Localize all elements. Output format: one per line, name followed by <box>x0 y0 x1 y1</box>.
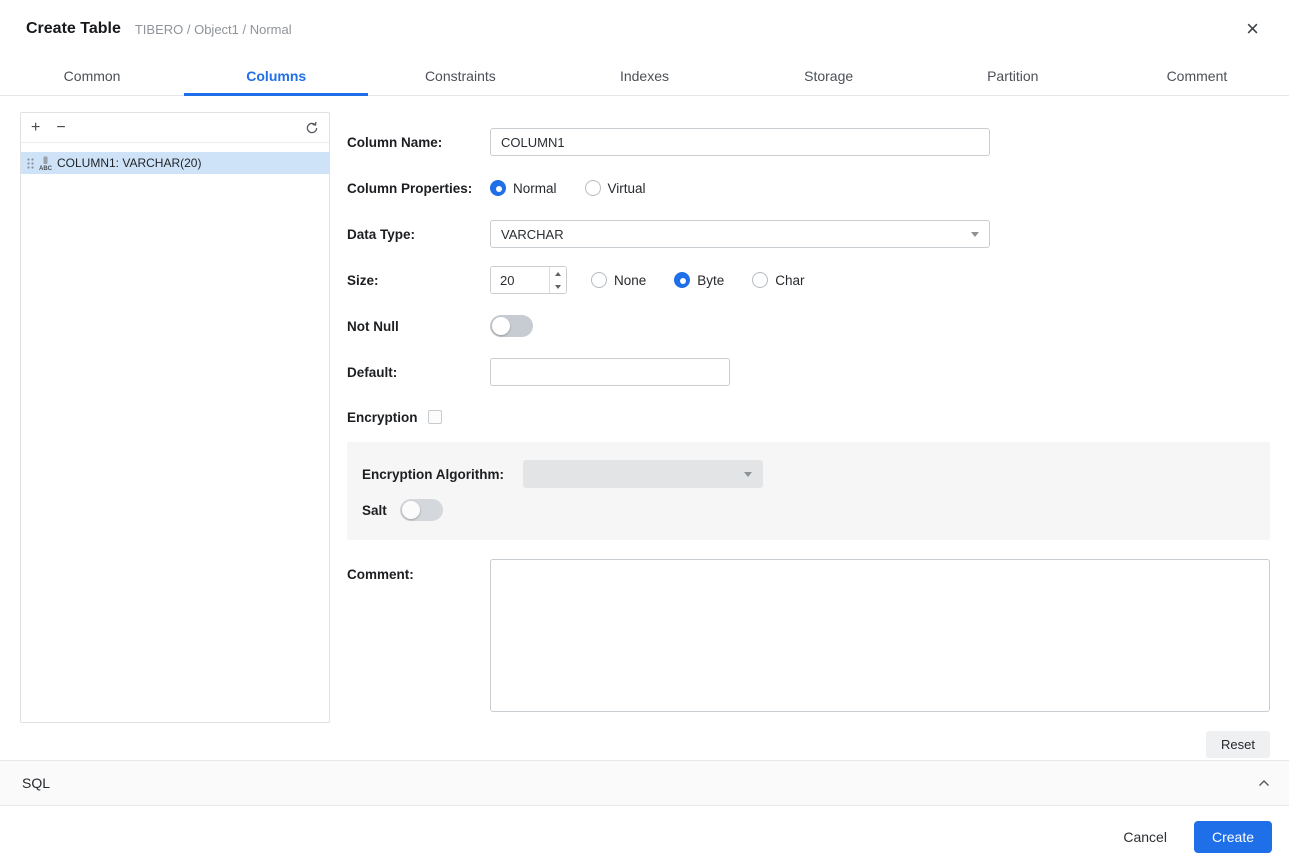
radio-option-byte[interactable]: Byte <box>674 272 724 288</box>
spin-down-icon[interactable] <box>550 280 566 293</box>
radio-option-virtual[interactable]: Virtual <box>584 180 646 196</box>
default-row: Default: <box>347 349 1270 395</box>
radio-virtual-icon <box>584 180 601 196</box>
drag-handle-icon[interactable] <box>27 157 34 169</box>
size-unit-radio-group: None Byte Char <box>591 272 805 288</box>
radio-normal-label: Normal <box>513 180 557 196</box>
radio-none-label: None <box>614 272 647 288</box>
refresh-icon[interactable] <box>305 121 319 135</box>
radio-none-icon <box>591 272 607 288</box>
comment-label: Comment: <box>347 567 414 582</box>
comment-row: Comment: <box>347 559 1270 712</box>
tab-indexes[interactable]: Indexes <box>552 58 736 95</box>
not-null-row: Not Null <box>347 303 1270 349</box>
column-list-panel: + − ABC COLUMN1: VARCHAR(20) <box>20 112 330 723</box>
encryption-algorithm-label: Encryption Algorithm: <box>362 466 504 482</box>
default-label: Default: <box>347 364 398 380</box>
reset-button[interactable]: Reset <box>1206 731 1270 758</box>
column-list-toolbar: + − <box>21 113 329 143</box>
column-name-label: Column Name: <box>347 134 443 150</box>
not-null-label: Not Null <box>347 318 399 334</box>
breadcrumb: TIBERO / Object1 / Normal <box>134 21 292 37</box>
salt-label: Salt <box>362 502 387 518</box>
column-name-row: Column Name: <box>347 119 1270 165</box>
chevron-down-icon <box>971 231 979 237</box>
radio-normal-icon <box>490 180 506 196</box>
list-item-label: COLUMN1: VARCHAR(20) <box>57 156 202 170</box>
size-row: Size: None Byte <box>347 257 1270 303</box>
tab-bar: Common Columns Constraints Indexes Stora… <box>0 58 1289 96</box>
sql-section-header[interactable]: SQL <box>0 760 1289 806</box>
encryption-algorithm-select[interactable] <box>523 460 763 488</box>
dialog-title: Create Table <box>26 20 121 37</box>
add-column-button[interactable]: + <box>31 119 40 136</box>
encryption-panel: Encryption Algorithm: Salt <box>347 442 1270 540</box>
radio-option-none[interactable]: None <box>591 272 646 288</box>
tab-columns[interactable]: Columns <box>184 58 369 96</box>
remove-column-button[interactable]: − <box>56 119 65 136</box>
salt-row: Salt <box>362 494 1255 526</box>
not-null-toggle[interactable] <box>490 315 533 337</box>
encryption-algorithm-row: Encryption Algorithm: <box>362 454 1255 494</box>
tab-partition[interactable]: Partition <box>921 58 1105 95</box>
radio-option-char[interactable]: Char <box>752 272 805 288</box>
tab-common[interactable]: Common <box>0 58 184 95</box>
encryption-checkbox[interactable] <box>427 410 442 424</box>
dialog-body: + − ABC COLUMN1: VARCHAR(20) Column Name… <box>0 96 1289 760</box>
dialog-footer: Cancel Create <box>0 806 1289 867</box>
cancel-button[interactable]: Cancel <box>1113 821 1177 853</box>
column-properties-radio-group: Normal Virtual <box>490 180 646 196</box>
tab-constraints[interactable]: Constraints <box>368 58 552 95</box>
encryption-label: Encryption <box>347 409 418 425</box>
radio-byte-icon <box>674 272 691 288</box>
radio-byte-label: Byte <box>697 272 725 288</box>
size-input[interactable] <box>491 267 549 293</box>
tab-comment[interactable]: Comment <box>1105 58 1289 95</box>
column-name-input[interactable] <box>490 128 990 156</box>
create-button[interactable]: Create <box>1193 820 1272 853</box>
reset-row: Reset <box>347 731 1270 758</box>
column-properties-row: Column Properties: Normal Virtual <box>347 165 1270 211</box>
radio-option-normal[interactable]: Normal <box>490 180 557 196</box>
size-label: Size: <box>347 272 379 288</box>
create-table-dialog: Create Table TIBERO / Object1 / Normal ×… <box>0 0 1289 867</box>
size-stepper <box>490 266 567 294</box>
dialog-header: Create Table TIBERO / Object1 / Normal × <box>0 0 1289 58</box>
radio-virtual-label: Virtual <box>607 180 646 196</box>
column-form: Column Name: Column Properties: Normal V… <box>347 112 1270 760</box>
spin-up-icon[interactable] <box>550 267 566 280</box>
comment-textarea[interactable] <box>490 559 1270 712</box>
column-list: ABC COLUMN1: VARCHAR(20) <box>21 143 329 174</box>
sql-section-label: SQL <box>22 775 51 791</box>
data-type-label: Data Type: <box>347 226 416 242</box>
tab-storage[interactable]: Storage <box>737 58 921 95</box>
radio-char-label: Char <box>775 272 805 288</box>
close-icon[interactable]: × <box>1242 16 1263 42</box>
string-column-icon: ABC <box>39 156 52 171</box>
size-spin-buttons <box>549 267 566 293</box>
data-type-row: Data Type: VARCHAR <box>347 211 1270 257</box>
svg-text:ABC: ABC <box>39 166 52 171</box>
data-type-value: VARCHAR <box>501 226 564 242</box>
encryption-row: Encryption <box>347 395 1270 439</box>
radio-char-icon <box>752 272 769 288</box>
chevron-down-icon <box>744 471 752 477</box>
chevron-up-icon[interactable] <box>1258 779 1270 787</box>
list-item[interactable]: ABC COLUMN1: VARCHAR(20) <box>21 152 329 174</box>
default-input[interactable] <box>490 358 730 386</box>
column-properties-label: Column Properties: <box>347 180 473 196</box>
salt-toggle[interactable] <box>399 499 443 521</box>
data-type-select[interactable]: VARCHAR <box>490 220 990 248</box>
